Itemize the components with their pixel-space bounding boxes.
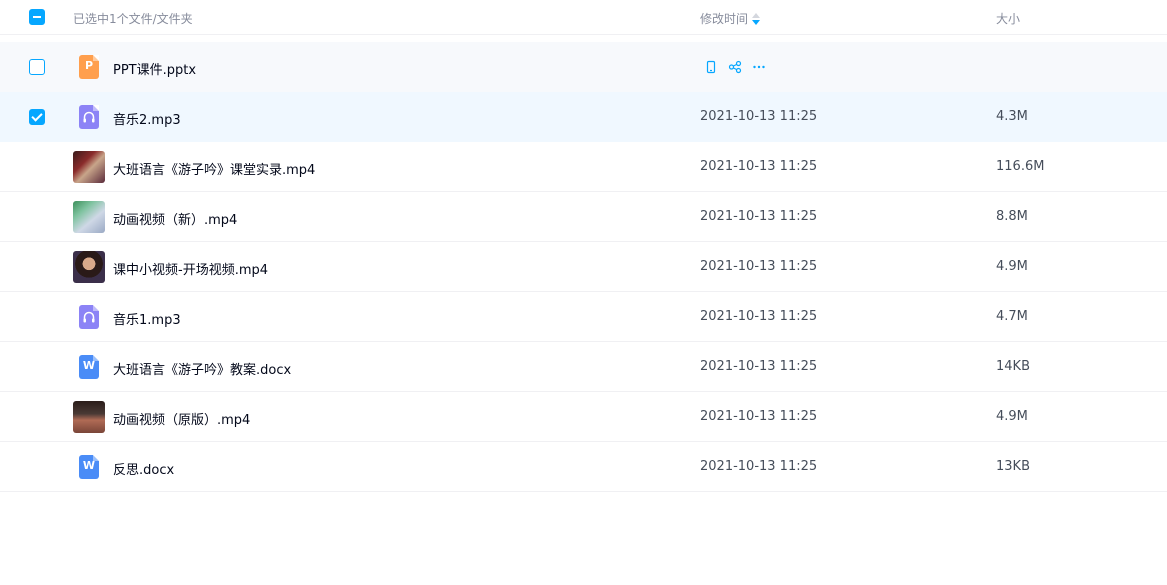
file-row[interactable]: W 反思.docx 2021-10-13 11:25 13KB [0,442,1167,492]
file-size: 4.9M [996,409,1028,424]
video-thumbnail [73,401,105,433]
file-row[interactable]: P PPT课件.pptx [0,42,1167,92]
file-size: 8.8M [996,209,1028,224]
file-size: 4.3M [996,109,1028,124]
modified-time: 2021-10-13 11:25 [700,459,818,474]
row-actions [704,60,766,74]
video-thumbnail [73,251,105,283]
modified-time: 2021-10-13 11:25 [700,159,818,174]
modified-time: 2021-10-13 11:25 [700,359,818,374]
select-all-checkbox[interactable] [29,9,45,25]
file-size: 116.6M [996,159,1045,174]
file-name[interactable]: 音乐2.mp3 [113,109,181,128]
file-row[interactable]: W 大班语言《游子吟》教案.docx 2021-10-13 11:25 14KB [0,342,1167,392]
modified-time: 2021-10-13 11:25 [700,259,818,274]
file-name[interactable]: 音乐1.mp3 [113,309,181,328]
file-list-header: 已选中1个文件/文件夹 修改时间 大小 [0,0,1167,35]
sort-by-time-header[interactable]: 修改时间 [700,10,761,27]
audio-file-icon [79,305,99,329]
file-name[interactable]: 动画视频（原版）.mp4 [113,409,250,428]
file-name[interactable]: PPT课件.pptx [113,59,196,78]
file-size: 13KB [996,459,1030,474]
file-name[interactable]: 课中小视频-开场视频.mp4 [113,259,268,278]
file-row[interactable]: 大班语言《游子吟》课堂实录.mp4 2021-10-13 11:25 116.6… [0,142,1167,192]
word-file-icon: W [79,355,99,379]
size-column-label: 大小 [996,12,1021,26]
file-name[interactable]: 动画视频（新）.mp4 [113,209,237,228]
sort-arrow-icon[interactable] [752,12,761,25]
share-icon[interactable] [728,60,742,74]
video-thumbnail [73,151,105,183]
file-row[interactable]: 音乐2.mp3 2021-10-13 11:25 4.3M [0,92,1167,142]
modified-time: 2021-10-13 11:25 [700,209,818,224]
phone-icon[interactable] [704,60,718,74]
ppt-file-icon: P [79,55,99,79]
file-row[interactable]: 动画视频（新）.mp4 2021-10-13 11:25 8.8M [0,192,1167,242]
file-row[interactable]: 动画视频（原版）.mp4 2021-10-13 11:25 4.9M [0,392,1167,442]
row-checkbox[interactable] [29,59,45,75]
more-icon[interactable] [752,60,766,74]
modified-time: 2021-10-13 11:25 [700,409,818,424]
file-size: 4.7M [996,309,1028,324]
file-size: 4.9M [996,259,1028,274]
file-name[interactable]: 大班语言《游子吟》课堂实录.mp4 [113,159,315,178]
file-row[interactable]: 音乐1.mp3 2021-10-13 11:25 4.7M [0,292,1167,342]
file-name[interactable]: 反思.docx [113,459,174,478]
file-row[interactable]: 课中小视频-开场视频.mp4 2021-10-13 11:25 4.9M [0,242,1167,292]
row-checkbox[interactable] [29,109,45,125]
audio-file-icon [79,105,99,129]
word-file-icon: W [79,455,99,479]
file-size: 14KB [996,359,1030,374]
video-thumbnail [73,201,105,233]
modified-time: 2021-10-13 11:25 [700,109,818,124]
selection-count-label: 已选中1个文件/文件夹 [73,12,193,26]
modified-time: 2021-10-13 11:25 [700,309,818,324]
file-name[interactable]: 大班语言《游子吟》教案.docx [113,359,291,378]
time-column-label: 修改时间 [700,12,749,26]
